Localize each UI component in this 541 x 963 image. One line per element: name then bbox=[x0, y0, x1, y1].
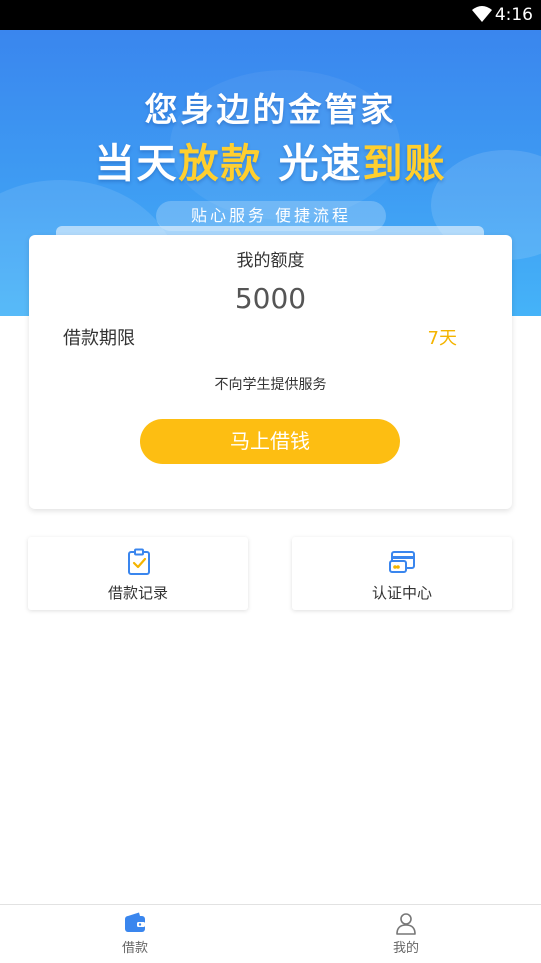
headline-word: 当天 bbox=[94, 141, 179, 187]
status-time: 4:16 bbox=[494, 5, 533, 25]
quota-amount: 5000 bbox=[234, 282, 307, 315]
loan-term-label: 借款期限 bbox=[63, 328, 135, 349]
loan-records-button[interactable]: 借款记录 bbox=[28, 537, 248, 610]
tab-mine[interactable]: 我的 bbox=[271, 905, 541, 963]
card-icon bbox=[389, 551, 415, 573]
status-bar: 4:16 bbox=[0, 0, 541, 30]
banner-subheadline: 当天放款 光速到账 bbox=[0, 140, 541, 188]
headline-word-highlight: 放款 bbox=[178, 141, 263, 187]
tab-mine-label: 我的 bbox=[392, 941, 419, 956]
verification-center-label: 认证中心 bbox=[371, 584, 432, 602]
headline-word: 光速 bbox=[278, 141, 363, 187]
tab-loan[interactable]: 借款 bbox=[0, 905, 270, 963]
quota-title: 我的额度 bbox=[236, 251, 305, 271]
student-notice: 不向学生提供服务 bbox=[214, 377, 327, 393]
wifi-icon bbox=[472, 6, 492, 22]
bottom-tab-bar: 借款 我的 bbox=[0, 904, 541, 963]
headline-word-highlight: 到账 bbox=[362, 141, 447, 187]
clipboard-check-icon bbox=[128, 548, 150, 575]
banner-headline: 您身边的金管家 bbox=[144, 90, 397, 129]
quota-card: 我的额度 5000 借款期限 7天 不向学生提供服务 马上借钱 bbox=[29, 235, 512, 509]
tab-loan-label: 借款 bbox=[121, 941, 148, 956]
wallet-icon bbox=[125, 912, 145, 932]
verification-center-button[interactable]: 认证中心 bbox=[292, 537, 512, 610]
loan-term-value: 7天 bbox=[427, 328, 457, 349]
loan-records-label: 借款记录 bbox=[107, 584, 168, 602]
borrow-now-button[interactable]: 马上借钱 bbox=[140, 419, 400, 464]
user-icon bbox=[396, 913, 416, 935]
